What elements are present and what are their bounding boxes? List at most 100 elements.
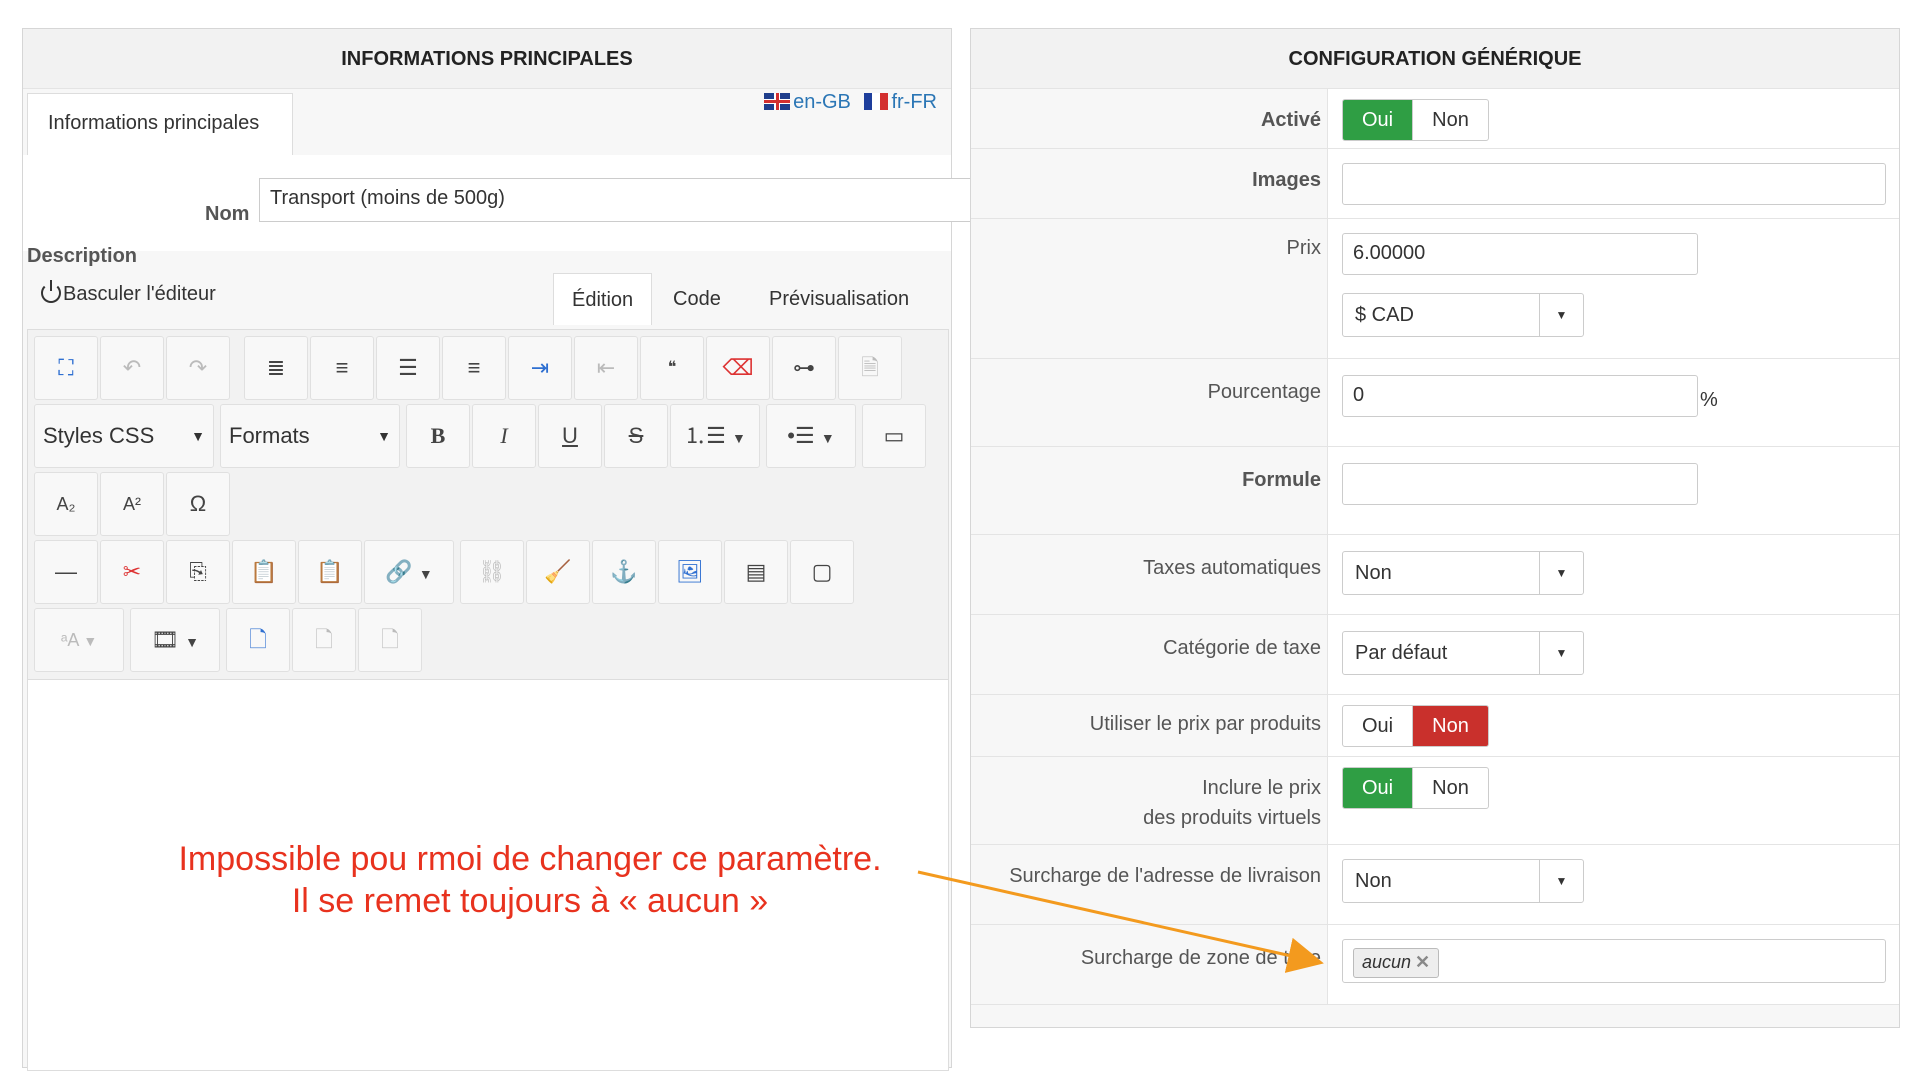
- tab-edition[interactable]: Édition: [553, 273, 653, 325]
- active-toggle[interactable]: Oui Non: [1342, 99, 1489, 141]
- shipping-override-field: Non ▼: [1327, 845, 1899, 924]
- paste-text-icon[interactable]: 📋: [298, 540, 362, 604]
- underline-icon[interactable]: U: [538, 404, 602, 468]
- tab-main-info[interactable]: Informations principales: [27, 93, 293, 155]
- auto-taxes-row: Taxes automatiques Non ▼: [971, 535, 1899, 615]
- align-left-icon[interactable]: ☰: [376, 336, 440, 400]
- media-icon[interactable]: 🎞 ▼: [130, 608, 220, 672]
- unlink-icon[interactable]: ⛓: [460, 540, 524, 604]
- styles-dropdown[interactable]: Styles CSS ▼: [34, 404, 214, 468]
- tax-category-row: Catégorie de taxe Par défaut ▼: [971, 615, 1899, 695]
- image-icon[interactable]: 🖼: [658, 540, 722, 604]
- special-char-icon[interactable]: Ω: [166, 472, 230, 536]
- shipping-override-value: Non: [1355, 870, 1392, 892]
- name-row: Nom Transport (moins de 500g): [23, 155, 979, 251]
- lang-en-gb[interactable]: en-GB: [764, 91, 851, 113]
- lang-fr-fr[interactable]: fr-FR: [864, 91, 937, 113]
- remove-tag-icon[interactable]: ✕: [1415, 952, 1430, 972]
- pagebreak-icon[interactable]: ▭: [862, 404, 926, 468]
- italic-icon[interactable]: I: [472, 404, 536, 468]
- caret-down-icon: ▼: [1539, 294, 1583, 336]
- toggle-editor-label: Basculer l'éditeur: [63, 283, 216, 305]
- align-right-icon[interactable]: ≡: [442, 336, 506, 400]
- percent-sign: %: [1700, 389, 1718, 411]
- tax-category-value: Par défaut: [1355, 642, 1448, 664]
- description-label: Description: [27, 245, 138, 267]
- tax-zone-input[interactable]: aucun ✕: [1342, 939, 1886, 983]
- price-field: 6.00000 $ CAD ▼: [1327, 219, 1899, 358]
- generic-config-panel: CONFIGURATION GÉNÉRIQUE Activé Oui Non I…: [970, 28, 1900, 1028]
- eraser-icon[interactable]: ⌫: [706, 336, 770, 400]
- fullscreen-icon[interactable]: ⛶: [34, 336, 98, 400]
- use-product-price-yes[interactable]: Oui: [1343, 706, 1412, 746]
- horizontal-rule-icon[interactable]: —: [34, 540, 98, 604]
- indent-icon[interactable]: ⇥: [508, 336, 572, 400]
- use-product-price-toggle[interactable]: Oui Non: [1342, 705, 1489, 747]
- include-virtual-label: Inclure le prix des produits virtuels: [1143, 773, 1321, 833]
- active-no[interactable]: Non: [1412, 100, 1488, 140]
- clean-format-icon[interactable]: 🧹: [526, 540, 590, 604]
- include-virtual-field: Oui Non: [1327, 757, 1899, 844]
- tax-category-select[interactable]: Par défaut ▼: [1342, 631, 1584, 675]
- include-virtual-no[interactable]: Non: [1412, 768, 1488, 808]
- iframe-icon[interactable]: ▢: [790, 540, 854, 604]
- shipping-override-label: Surcharge de l'adresse de livraison: [1009, 865, 1321, 887]
- price-input[interactable]: 6.00000: [1342, 233, 1698, 275]
- auto-taxes-select[interactable]: Non ▼: [1342, 551, 1584, 595]
- annotation-text: Impossible pou rmoi de changer ce paramè…: [120, 838, 940, 922]
- caret-down-icon: ▼: [1539, 860, 1583, 902]
- numbered-list-icon[interactable]: ⒈☰ ▼: [670, 404, 760, 468]
- strikethrough-icon[interactable]: S: [604, 404, 668, 468]
- power-icon: [41, 280, 61, 303]
- toggle-editor-button[interactable]: Basculer l'éditeur: [41, 280, 216, 306]
- auto-taxes-field: Non ▼: [1327, 535, 1899, 614]
- percentage-input[interactable]: 0: [1342, 375, 1698, 417]
- tab-preview[interactable]: Prévisualisation: [751, 273, 927, 325]
- use-product-price-row: Utiliser le prix par produits Oui Non: [971, 695, 1899, 757]
- table-icon[interactable]: ▤: [724, 540, 788, 604]
- tax-category-label: Catégorie de taxe: [1163, 637, 1321, 659]
- name-input[interactable]: Transport (moins de 500g): [259, 178, 979, 222]
- include-virtual-toggle[interactable]: Oui Non: [1342, 767, 1489, 809]
- bullet-list-icon[interactable]: •☰ ▼: [766, 404, 856, 468]
- add-file-icon[interactable]: 🗋: [226, 608, 290, 672]
- delete-page-icon[interactable]: 🗋: [358, 608, 422, 672]
- images-label: Images: [1252, 169, 1321, 191]
- redo-icon[interactable]: ↷: [166, 336, 230, 400]
- bold-icon[interactable]: B: [406, 404, 470, 468]
- tab-code[interactable]: Code: [655, 273, 739, 325]
- active-yes[interactable]: Oui: [1343, 100, 1413, 140]
- chevron-down-icon: ▼: [191, 428, 205, 444]
- undo-icon[interactable]: ↶: [100, 336, 164, 400]
- images-input[interactable]: [1342, 163, 1886, 205]
- formats-dropdown[interactable]: Formats ▼: [220, 404, 400, 468]
- formula-input[interactable]: [1342, 463, 1698, 505]
- add-page-icon[interactable]: 🗋: [292, 608, 356, 672]
- use-product-price-no[interactable]: Non: [1412, 706, 1488, 746]
- lang-fr-fr-label: fr-FR: [891, 91, 937, 113]
- include-virtual-yes[interactable]: Oui: [1343, 768, 1413, 808]
- paste-icon[interactable]: 📋: [232, 540, 296, 604]
- superscript-icon[interactable]: A²: [100, 472, 164, 536]
- use-product-price-field: Oui Non: [1327, 695, 1899, 756]
- anchor-icon[interactable]: ⚓: [592, 540, 656, 604]
- template-icon[interactable]: 🗎: [838, 336, 902, 400]
- copy-icon[interactable]: ⎘: [166, 540, 230, 604]
- subscript-icon[interactable]: A₂: [34, 472, 98, 536]
- tax-zone-label: Surcharge de zone de taxe: [1080, 947, 1321, 969]
- shipping-override-select[interactable]: Non ▼: [1342, 859, 1584, 903]
- include-virtual-label-line2: des produits virtuels: [1143, 807, 1321, 829]
- name-label: Nom: [205, 203, 250, 225]
- tax-category-field: Par défaut ▼: [1327, 615, 1899, 694]
- text-direction-icon[interactable]: ᵃA ▼: [34, 608, 124, 672]
- auto-taxes-label: Taxes automatiques: [1143, 557, 1321, 579]
- currency-select[interactable]: $ CAD ▼: [1342, 293, 1584, 337]
- binoculars-icon[interactable]: ⊶: [772, 336, 836, 400]
- cut-icon[interactable]: ✂: [100, 540, 164, 604]
- blockquote-icon[interactable]: ❝: [640, 336, 704, 400]
- rich-text-editor: ⛶ ↶ ↷ ≣ ≡ ☰ ≡ ⇥ ⇤ ❝ ⌫ ⊶ 🗎 Styles CSS ▼ Fo…: [27, 329, 949, 1071]
- link-icon[interactable]: 🔗 ▼: [364, 540, 454, 604]
- outdent-icon[interactable]: ⇤: [574, 336, 638, 400]
- align-center-icon[interactable]: ≡: [310, 336, 374, 400]
- align-justify-icon[interactable]: ≣: [244, 336, 308, 400]
